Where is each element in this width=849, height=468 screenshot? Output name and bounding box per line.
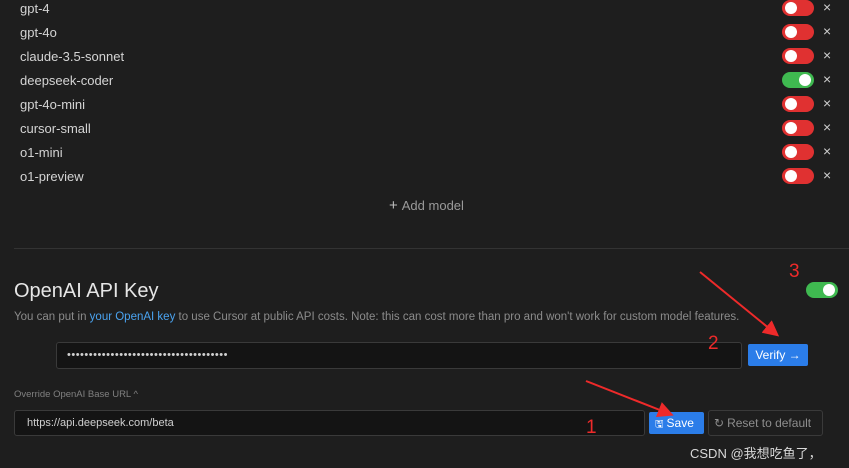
watermark: CSDN @我想吃鱼了， bbox=[690, 446, 822, 461]
annotation-three: 3 bbox=[789, 261, 800, 282]
arrow-to-save bbox=[585, 380, 674, 418]
annotation-one: 1 bbox=[586, 417, 597, 438]
arrow-to-verify bbox=[699, 271, 780, 337]
annotation-two: 2 bbox=[708, 333, 719, 354]
annotation-arrows bbox=[585, 271, 780, 418]
